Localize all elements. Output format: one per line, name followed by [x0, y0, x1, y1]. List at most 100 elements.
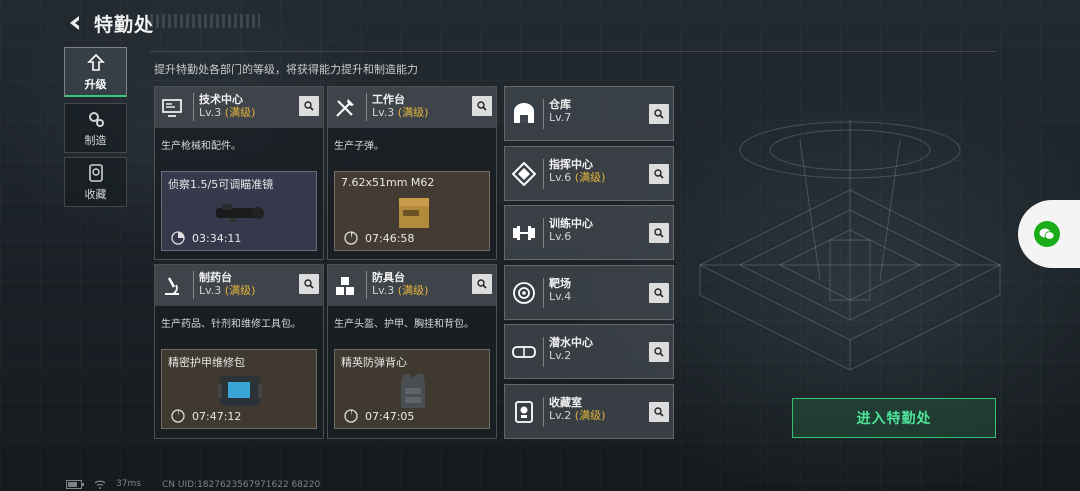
search-button[interactable]: [649, 402, 669, 422]
scope-image: [216, 204, 264, 222]
search-icon: [654, 347, 664, 357]
production-slot[interactable]: 精密护甲维修包 07:47:12: [161, 349, 317, 429]
header-separator: [193, 93, 194, 121]
search-icon: [654, 288, 664, 298]
status-bar: 37ms: [66, 477, 141, 491]
tab-upgrade[interactable]: 升级: [64, 47, 127, 97]
header-separator: [366, 93, 367, 121]
search-button[interactable]: [299, 96, 319, 116]
search-button[interactable]: [649, 164, 669, 184]
production-slot[interactable]: 精英防弹背心 07:47:05: [334, 349, 490, 429]
card-header: 防具台 Lv.3 (满级): [328, 265, 496, 306]
header-separator: [543, 99, 544, 129]
header-separator: [543, 218, 544, 248]
header-separator: [366, 271, 367, 299]
tab-craft[interactable]: 制造: [64, 103, 127, 153]
back-arrow-icon[interactable]: [64, 12, 86, 34]
dept-row-collection-room[interactable]: 收藏室 Lv.2 (满级): [504, 384, 674, 439]
level-value: Lv.2: [549, 349, 572, 362]
wifi-icon: [94, 480, 106, 489]
dept-row-shooting-range[interactable]: 靶场 Lv.4: [504, 265, 674, 320]
dept-name: 收藏室: [549, 396, 582, 409]
target-icon: [507, 273, 541, 313]
divider: [150, 51, 996, 52]
maxed-badge: (满级): [574, 171, 606, 184]
production-timer: 07:47:05: [365, 410, 415, 423]
header-text: 收藏室 Lv.2 (满级): [549, 396, 605, 423]
dept-level: Lv.3 (满级): [372, 106, 428, 120]
upgrade-icon: [86, 53, 105, 71]
tab-label: 升级: [84, 77, 107, 91]
base-illustration: [698, 120, 1002, 371]
cubes-icon: [328, 265, 362, 306]
tab-label: 收藏: [84, 187, 107, 201]
production-timer: 03:34:11: [192, 232, 242, 245]
header-text: 制药台 Lv.3 (满级): [199, 271, 255, 298]
search-icon: [477, 279, 487, 289]
dept-row-command-center[interactable]: 指挥中心 Lv.6 (满级): [504, 146, 674, 201]
dept-card-armory[interactable]: 防具台 Lv.3 (满级) 生产头盔、护甲、胸挂和背包。 精英防弹背心 07:4…: [327, 264, 497, 439]
search-button[interactable]: [299, 274, 319, 294]
dept-description: 生产头盔、护甲、胸挂和背包。: [334, 319, 474, 330]
maxed-badge: (满级): [224, 106, 256, 119]
search-button[interactable]: [472, 96, 492, 116]
search-icon: [654, 407, 664, 417]
enter-base-button[interactable]: 进入特勤处: [792, 398, 996, 438]
wechat-float-button[interactable]: [1018, 200, 1080, 268]
dept-level: Lv.3 (满级): [199, 284, 255, 298]
header-text: 技术中心 Lv.3 (满级): [199, 93, 255, 120]
product-name: 侦察1.5/5可调瞄准镜: [168, 178, 274, 191]
repair-kit-image: [218, 376, 262, 406]
dept-level: Lv.2: [549, 349, 593, 363]
battery-icon: [66, 479, 84, 489]
dept-level: Lv.3 (满级): [199, 106, 255, 120]
dept-row-warehouse[interactable]: 仓库 Lv.7: [504, 86, 674, 141]
dept-level: Lv.6 (满级): [549, 171, 605, 185]
page-subtitle: 提升特勤处各部门的等级，将获得能力提升和制造能力: [154, 63, 418, 76]
dept-description: 生产药品、针剂和维修工具包。: [161, 319, 301, 330]
search-button[interactable]: [649, 342, 669, 362]
search-icon: [654, 169, 664, 179]
search-button[interactable]: [649, 223, 669, 243]
goggles-icon: [507, 332, 541, 372]
card-header: 工作台 Lv.3 (满级): [328, 87, 496, 128]
page-title: 特勤处: [94, 13, 155, 36]
product-name: 精英防弹背心: [341, 356, 407, 369]
wechat-icon: [1034, 221, 1060, 247]
card-header: 制药台 Lv.3 (满级): [155, 265, 323, 306]
tab-collection[interactable]: 收藏: [64, 157, 127, 207]
dept-name: 潜水中心: [549, 336, 593, 349]
production-timer: 07:46:58: [365, 232, 415, 245]
header-text: 指挥中心 Lv.6 (满级): [549, 158, 605, 185]
search-icon: [304, 101, 314, 111]
production-slot[interactable]: 7.62x51mm M62 07:46:58: [334, 171, 490, 251]
search-button[interactable]: [649, 104, 669, 124]
dept-description: 生产枪械和配件。: [161, 141, 241, 152]
dept-card-pharmacy[interactable]: 制药台 Lv.3 (满级) 生产药品、针剂和维修工具包。 精密护甲维修包 07:…: [154, 264, 324, 439]
dept-name: 指挥中心: [549, 158, 593, 171]
command-icon: [507, 154, 541, 194]
header-separator: [543, 337, 544, 367]
search-button[interactable]: [472, 274, 492, 294]
tools-icon: [328, 87, 362, 128]
dept-card-tech-center[interactable]: 技术中心 Lv.3 (满级) 生产枪械和配件。 侦察1.5/5可调瞄准镜 03:…: [154, 86, 324, 260]
product-name: 精密护甲维修包: [168, 356, 245, 369]
trophy-icon: [507, 392, 541, 432]
clock-icon: [344, 231, 358, 245]
level-value: Lv.3: [372, 106, 395, 119]
header-text: 潜水中心 Lv.2: [549, 336, 593, 363]
header-text: 仓库 Lv.7: [549, 98, 571, 125]
microscope-icon: [155, 265, 189, 306]
dept-card-workbench[interactable]: 工作台 Lv.3 (满级) 生产子弹。 7.62x51mm M62 07:46:…: [327, 86, 497, 260]
search-icon: [654, 228, 664, 238]
card-header: 技术中心 Lv.3 (满级): [155, 87, 323, 128]
dept-name: 工作台: [372, 93, 405, 106]
dept-row-diving-center[interactable]: 潜水中心 Lv.2: [504, 324, 674, 379]
level-value: Lv.7: [549, 111, 572, 124]
tab-label: 制造: [84, 133, 107, 147]
search-button[interactable]: [649, 283, 669, 303]
dept-row-training-center[interactable]: 训练中心 Lv.6: [504, 205, 674, 260]
header-text: 防具台 Lv.3 (满级): [372, 271, 428, 298]
production-slot[interactable]: 侦察1.5/5可调瞄准镜 03:34:11: [161, 171, 317, 251]
level-value: Lv.2: [549, 409, 572, 422]
